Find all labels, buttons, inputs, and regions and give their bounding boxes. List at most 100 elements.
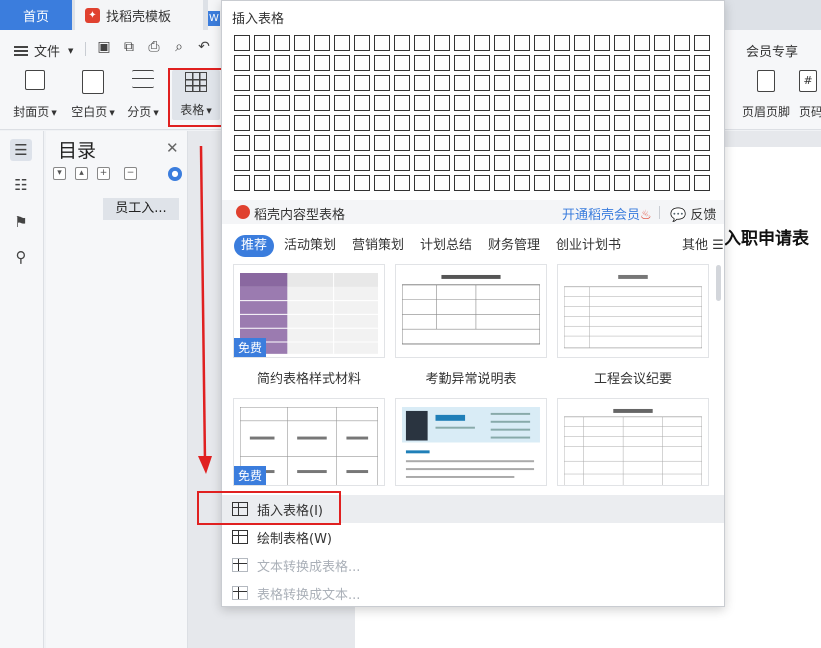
grid-cell[interactable] <box>334 95 350 111</box>
grid-cell[interactable] <box>234 135 250 151</box>
grid-cell[interactable] <box>694 35 710 51</box>
grid-cell[interactable] <box>614 155 630 171</box>
grid-cell[interactable] <box>294 135 310 151</box>
add-icon[interactable]: + <box>97 167 110 180</box>
grid-cell[interactable] <box>374 115 390 131</box>
grid-cell[interactable] <box>434 55 450 71</box>
template-caption[interactable]: 简约表格样式材料 <box>233 368 385 387</box>
grid-cell[interactable] <box>374 135 390 151</box>
cover-page-button[interactable]: 封面页 ▼ <box>12 70 58 120</box>
toc-icon[interactable]: ☰ <box>10 139 32 161</box>
page-break-button[interactable]: 分页 ▼ <box>126 70 160 120</box>
template-thumbnail[interactable]: 免费 <box>233 398 385 486</box>
grid-cell[interactable] <box>234 175 250 191</box>
tab-document[interactable]: W <box>208 0 222 30</box>
grid-cell[interactable] <box>674 175 690 191</box>
template-thumbnail[interactable] <box>395 264 547 358</box>
grid-cell[interactable] <box>514 155 530 171</box>
grid-cell[interactable] <box>414 175 430 191</box>
grid-cell[interactable] <box>474 155 490 171</box>
grid-cell[interactable] <box>294 175 310 191</box>
category-tab[interactable]: 计划总结 <box>420 235 472 257</box>
grid-cell[interactable] <box>334 155 350 171</box>
grid-cell[interactable] <box>394 115 410 131</box>
grid-cell[interactable] <box>634 95 650 111</box>
more-categories[interactable]: 其他 ☰ <box>682 235 724 257</box>
grid-cell[interactable] <box>514 95 530 111</box>
grid-cell[interactable] <box>514 115 530 131</box>
search-icon[interactable]: ⚲ <box>10 246 32 268</box>
remove-icon[interactable]: − <box>124 167 137 180</box>
template-caption[interactable]: 考勤异常说明表 <box>395 368 547 387</box>
grid-cell[interactable] <box>254 115 270 131</box>
text-to-table-menu-item[interactable]: 文本转换成表格... <box>222 551 724 579</box>
grid-cell[interactable] <box>354 75 370 91</box>
grid-cell[interactable] <box>554 55 570 71</box>
member-exclusive-tab[interactable]: 会员专享 <box>746 41 798 60</box>
grid-cell[interactable] <box>274 75 290 91</box>
grid-cell[interactable] <box>474 175 490 191</box>
grid-cell[interactable] <box>414 55 430 71</box>
grid-cell[interactable] <box>394 135 410 151</box>
draw-table-menu-item[interactable]: 绘制表格(W) <box>222 523 724 551</box>
template-thumbnail[interactable] <box>557 264 709 358</box>
grid-cell[interactable] <box>434 155 450 171</box>
grid-cell[interactable] <box>254 55 270 71</box>
grid-cell[interactable] <box>354 55 370 71</box>
grid-cell[interactable] <box>674 75 690 91</box>
grid-cell[interactable] <box>694 175 710 191</box>
move-up-icon[interactable]: ▴ <box>75 167 88 180</box>
grid-cell[interactable] <box>614 35 630 51</box>
grid-cell[interactable] <box>574 115 590 131</box>
grid-cell[interactable] <box>534 75 550 91</box>
grid-cell[interactable] <box>574 175 590 191</box>
grid-cell[interactable] <box>314 175 330 191</box>
grid-cell[interactable] <box>554 115 570 131</box>
grid-cell[interactable] <box>454 75 470 91</box>
grid-cell[interactable] <box>694 55 710 71</box>
grid-cell[interactable] <box>394 155 410 171</box>
grid-cell[interactable] <box>254 155 270 171</box>
grid-cell[interactable] <box>634 35 650 51</box>
grid-cell[interactable] <box>654 55 670 71</box>
template-thumbnail[interactable] <box>557 398 709 486</box>
grid-cell[interactable] <box>654 135 670 151</box>
grid-cell[interactable] <box>294 55 310 71</box>
grid-cell[interactable] <box>454 155 470 171</box>
grid-cell[interactable] <box>434 35 450 51</box>
grid-cell[interactable] <box>534 155 550 171</box>
grid-cell[interactable] <box>634 115 650 131</box>
grid-cell[interactable] <box>494 175 510 191</box>
grid-cell[interactable] <box>314 55 330 71</box>
grid-cell[interactable] <box>554 155 570 171</box>
grid-cell[interactable] <box>674 115 690 131</box>
grid-cell[interactable] <box>594 175 610 191</box>
grid-cell[interactable] <box>454 135 470 151</box>
grid-cell[interactable] <box>594 75 610 91</box>
grid-cell[interactable] <box>474 35 490 51</box>
file-menu[interactable]: 文件 ▼ <box>14 41 73 60</box>
grid-cell[interactable] <box>554 35 570 51</box>
grid-cell[interactable] <box>274 135 290 151</box>
grid-cell[interactable] <box>654 75 670 91</box>
grid-cell[interactable] <box>654 175 670 191</box>
template-thumbnail[interactable] <box>395 398 547 486</box>
template-thumbnail[interactable]: 免费 <box>233 264 385 358</box>
grid-cell[interactable] <box>634 55 650 71</box>
grid-cell[interactable] <box>474 115 490 131</box>
templates-scrollbar[interactable] <box>716 265 721 301</box>
grid-cell[interactable] <box>514 35 530 51</box>
grid-cell[interactable] <box>574 75 590 91</box>
grid-cell[interactable] <box>574 95 590 111</box>
grid-cell[interactable] <box>654 155 670 171</box>
grid-cell[interactable] <box>234 155 250 171</box>
grid-cell[interactable] <box>574 55 590 71</box>
grid-cell[interactable] <box>314 155 330 171</box>
grid-cell[interactable] <box>494 75 510 91</box>
grid-cell[interactable] <box>694 135 710 151</box>
collapse-all-icon[interactable]: ▾ <box>53 167 66 180</box>
grid-cell[interactable] <box>234 35 250 51</box>
grid-cell[interactable] <box>414 95 430 111</box>
grid-cell[interactable] <box>574 135 590 151</box>
grid-cell[interactable] <box>274 175 290 191</box>
